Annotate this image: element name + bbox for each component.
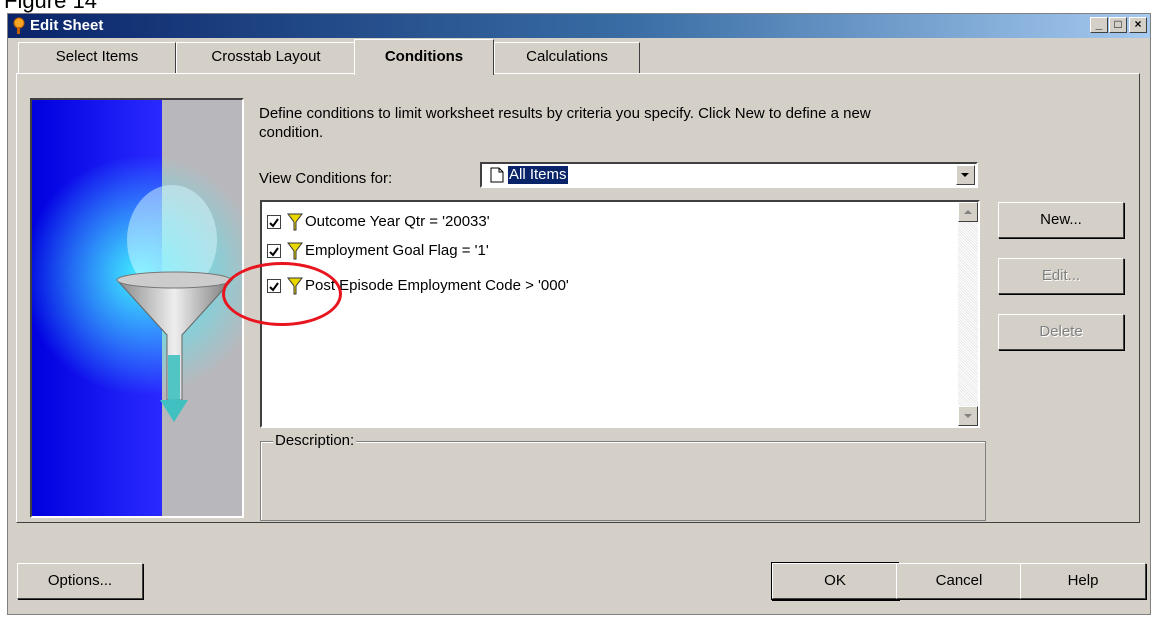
view-conditions-label: View Conditions for: (259, 170, 393, 187)
condition-checkbox[interactable] (267, 215, 281, 229)
funnel-image (32, 100, 242, 516)
tab-select-items[interactable]: Select Items (18, 42, 176, 73)
close-button[interactable]: × (1129, 17, 1147, 33)
condition-text: Post Episode Employment Code > '000' (305, 277, 569, 294)
condition-text: Employment Goal Flag = '1' (305, 242, 489, 259)
condition-checkbox[interactable] (267, 244, 281, 258)
ok-button[interactable]: OK (772, 563, 898, 599)
options-button[interactable]: Options... (17, 563, 143, 599)
document-icon (490, 167, 504, 187)
cancel-button[interactable]: Cancel (896, 563, 1022, 599)
scroll-down-button[interactable] (958, 406, 978, 426)
funnel-illustration (30, 98, 244, 518)
view-conditions-selected: All Items (508, 166, 568, 184)
help-button[interactable]: Help (1020, 563, 1146, 599)
minimize-button[interactable]: _ (1090, 17, 1108, 33)
chevron-down-icon[interactable] (956, 165, 975, 185)
filter-icon (287, 241, 303, 265)
tab-crosstab-layout[interactable]: Crosstab Layout (176, 42, 356, 73)
new-button[interactable]: New... (998, 202, 1124, 238)
conditions-list[interactable]: Outcome Year Qtr = '20033' Employment Go… (260, 200, 980, 428)
filter-icon (287, 276, 303, 300)
tab-conditions[interactable]: Conditions (354, 39, 494, 75)
description-groupbox: Description: (260, 432, 986, 521)
discoverer-icon (13, 17, 25, 34)
condition-text: Outcome Year Qtr = '20033' (305, 213, 490, 230)
condition-checkbox[interactable] (267, 279, 281, 293)
view-conditions-dropdown[interactable]: All Items (480, 162, 978, 188)
description-label: Description: (273, 432, 357, 449)
delete-button[interactable]: Delete (998, 314, 1124, 350)
scroll-up-button[interactable] (958, 202, 978, 222)
filter-icon (287, 212, 303, 236)
edit-button[interactable]: Edit... (998, 258, 1124, 294)
window-title: Edit Sheet (30, 17, 104, 34)
figure-label: Figure 14 (4, 0, 97, 13)
vertical-scrollbar[interactable] (958, 202, 978, 426)
title-bar[interactable]: Edit Sheet _ □ × (8, 14, 1150, 38)
maximize-button[interactable]: □ (1109, 17, 1127, 33)
instructions-text: Define conditions to limit worksheet res… (259, 105, 871, 141)
tab-calculations[interactable]: Calculations (494, 42, 640, 73)
